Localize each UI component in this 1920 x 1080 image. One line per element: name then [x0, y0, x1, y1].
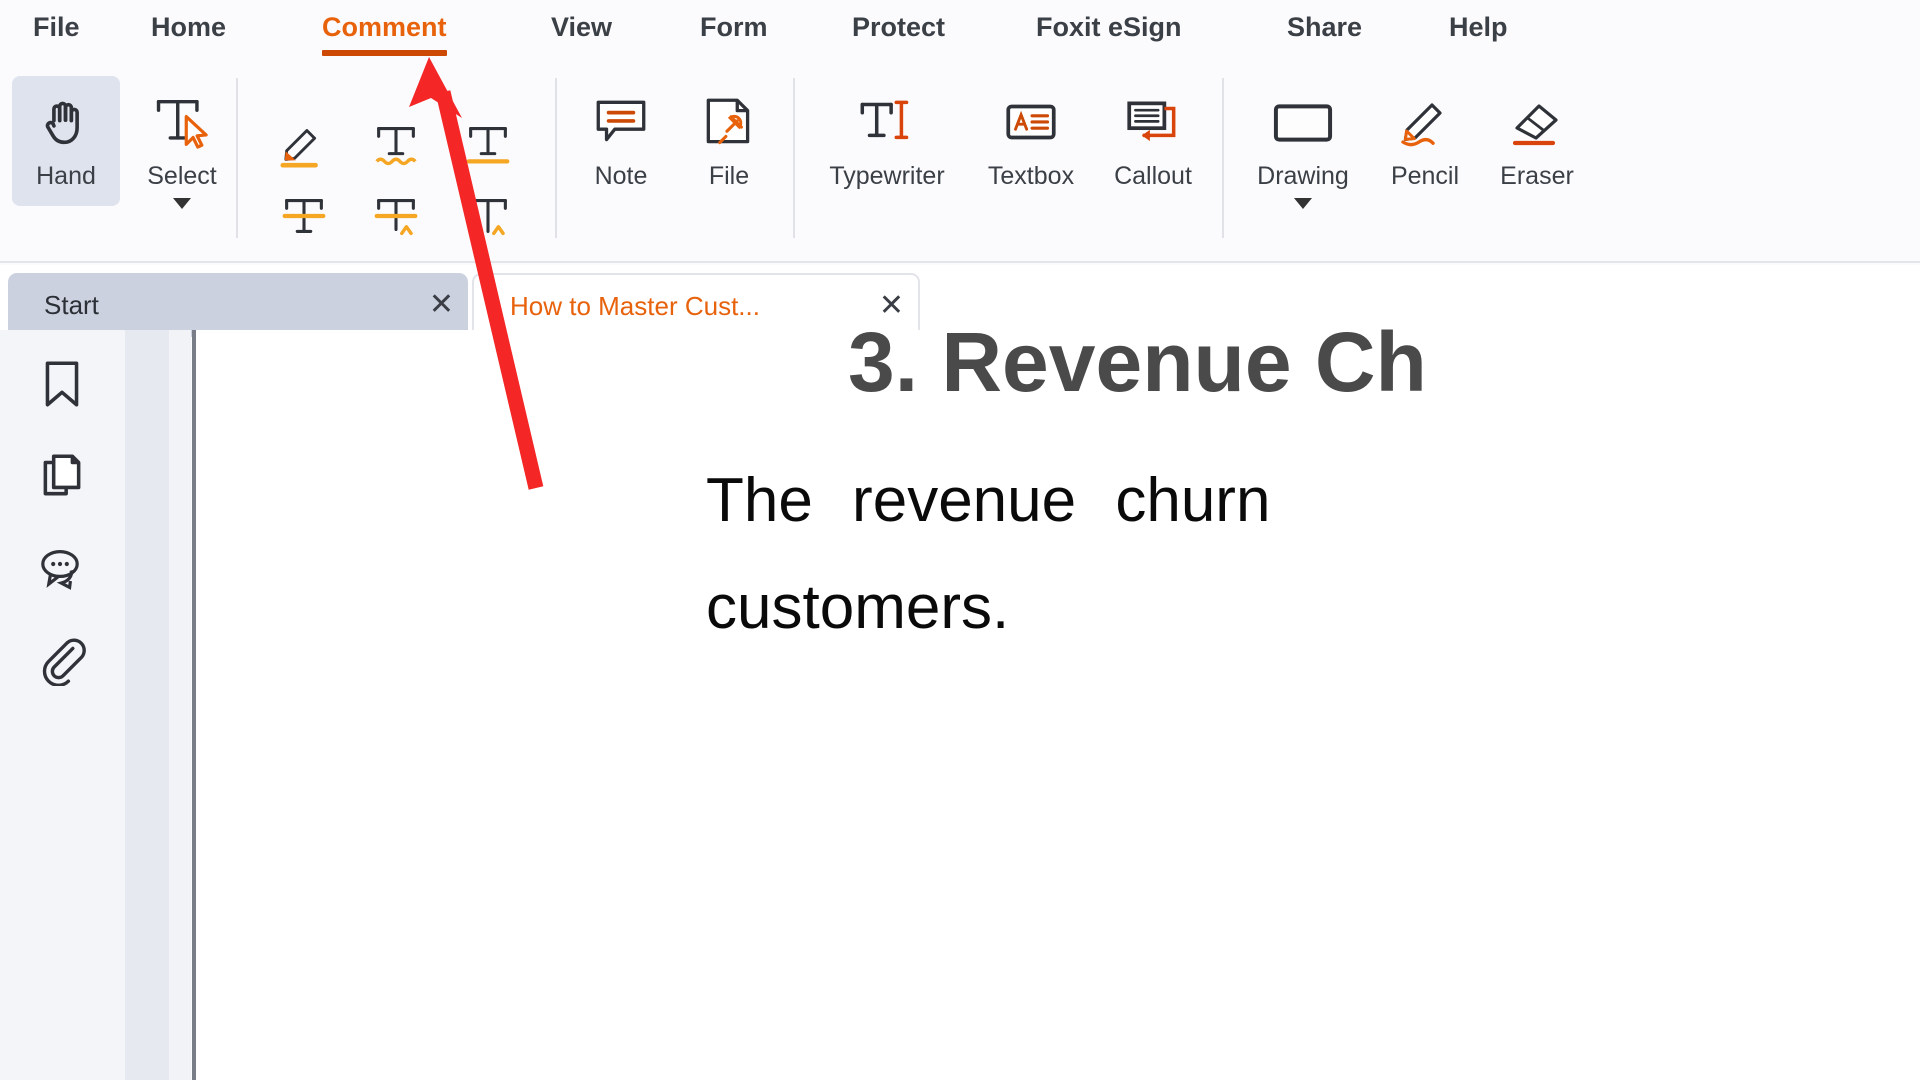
bookmark-icon — [37, 357, 87, 416]
callout-tool-button[interactable]: Callout — [1094, 76, 1212, 206]
file-attach-tool-button[interactable]: File — [686, 76, 772, 206]
menu-item-file[interactable]: File — [33, 12, 80, 47]
drawing-tool-label: Drawing — [1257, 162, 1349, 190]
replace-text-icon — [369, 190, 423, 247]
page-body-text: The revenue churn customers. — [706, 448, 1920, 661]
highlight-icon — [277, 118, 331, 175]
note-tool-label: Note — [594, 162, 648, 190]
page-title: 3. Revenue Ch — [848, 315, 1427, 409]
select-tool-button[interactable]: Select — [126, 76, 238, 246]
hand-tool-label: Hand — [36, 162, 96, 190]
sidebar-item-attachments[interactable] — [26, 626, 98, 698]
comments-icon — [36, 543, 88, 598]
callout-tool-label: Callout — [1114, 162, 1192, 190]
pdf-page-canvas[interactable]: 3. Revenue Ch The revenue churn customer… — [196, 315, 1920, 1080]
select-text-icon — [150, 88, 214, 158]
squiggly-tool-button[interactable] — [360, 114, 432, 178]
select-tool-label: Select — [147, 162, 217, 190]
pencil-tool-button[interactable]: Pencil — [1370, 76, 1480, 206]
left-panel-gutter — [125, 330, 169, 1080]
eraser-tool-button[interactable]: Eraser — [1482, 76, 1592, 206]
menu-item-comment[interactable]: Comment — [322, 12, 447, 56]
typewriter-tool-label: Typewriter — [829, 162, 945, 190]
sidebar-item-page-thumbnails[interactable] — [26, 442, 98, 514]
insert-text-icon — [461, 190, 515, 247]
left-panel-gutter-outer — [169, 330, 191, 1080]
pencil-icon — [1393, 88, 1457, 158]
chevron-down-icon[interactable] — [1294, 198, 1312, 209]
typewriter-tool-button[interactable]: Typewriter — [812, 76, 962, 206]
sidebar-item-comments[interactable] — [26, 534, 98, 606]
pages-icon — [37, 450, 87, 507]
main-menu-bar: File Home Comment View Form Protect Foxi… — [0, 0, 1920, 56]
document-tab-label: How to Master Cust... — [510, 290, 760, 321]
menu-item-protect[interactable]: Protect — [852, 12, 945, 47]
rectangle-icon — [1269, 88, 1337, 158]
insert-text-tool-button[interactable] — [452, 186, 524, 250]
close-icon[interactable]: ✕ — [429, 290, 454, 320]
underline-tool-button[interactable] — [452, 114, 524, 178]
menu-item-form[interactable]: Form — [700, 12, 768, 47]
textbox-icon — [1000, 88, 1062, 158]
note-tool-button[interactable]: Note — [578, 76, 664, 206]
file-attach-icon — [698, 88, 760, 158]
typewriter-icon — [852, 88, 922, 158]
page-body-line-2: customers. — [706, 572, 1010, 642]
left-navigation-panel — [0, 330, 125, 1080]
eraser-icon — [1505, 88, 1569, 158]
textbox-tool-button[interactable]: Textbox — [972, 76, 1090, 206]
strikeout-tool-button[interactable] — [268, 186, 340, 250]
textbox-tool-label: Textbox — [987, 162, 1075, 190]
strikeout-icon — [277, 190, 331, 247]
chevron-down-icon[interactable] — [173, 198, 191, 209]
document-tab-label: Start — [44, 289, 99, 320]
highlight-tool-button[interactable] — [268, 114, 340, 178]
attachment-icon — [37, 634, 87, 691]
menu-item-help[interactable]: Help — [1449, 12, 1508, 47]
menu-item-home[interactable]: Home — [151, 12, 226, 47]
sidebar-item-bookmarks[interactable] — [26, 350, 98, 422]
document-tab-start[interactable]: Start ✕ — [8, 273, 468, 337]
menu-item-share[interactable]: Share — [1287, 12, 1362, 47]
underline-icon — [461, 118, 515, 175]
page-body-line-1: The revenue churn — [706, 466, 1271, 535]
menu-item-view[interactable]: View — [551, 12, 612, 47]
menu-item-foxit-esign[interactable]: Foxit eSign — [1036, 12, 1182, 47]
eraser-tool-label: Eraser — [1500, 162, 1574, 190]
squiggly-underline-icon — [369, 118, 423, 175]
hand-tool-button[interactable]: Hand — [12, 76, 120, 206]
drawing-tool-button[interactable]: Drawing — [1243, 76, 1363, 246]
note-icon — [590, 88, 652, 158]
hand-icon — [37, 88, 95, 158]
file-attach-tool-label: File — [708, 162, 750, 190]
replace-text-tool-button[interactable] — [360, 186, 432, 250]
comment-ribbon-toolbar: Hand Select Note File Typewriter Textbox… — [0, 56, 1920, 263]
callout-icon — [1122, 88, 1184, 158]
pencil-tool-label: Pencil — [1390, 162, 1460, 190]
foxit-pdf-reader-window: File Home Comment View Form Protect Foxi… — [0, 0, 1920, 1080]
